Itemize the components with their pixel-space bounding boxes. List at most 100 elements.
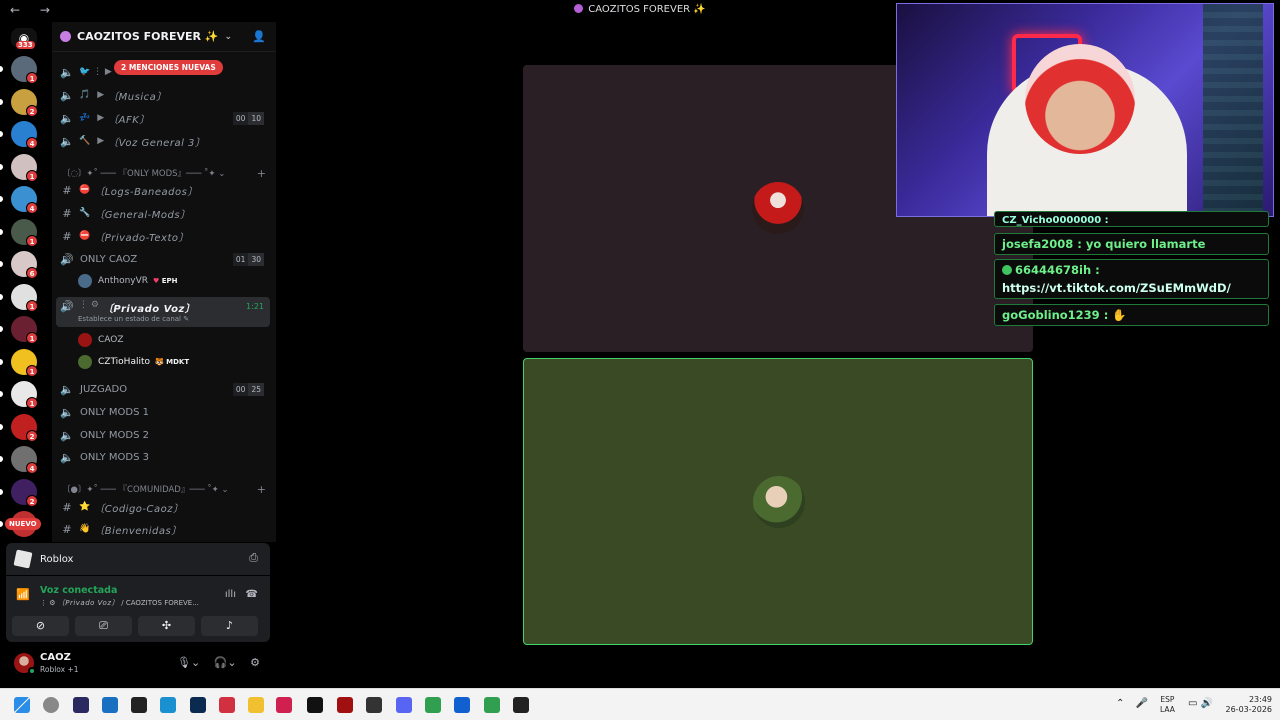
copilot-icon[interactable] (73, 697, 89, 713)
user-limit: 01 30 (232, 252, 264, 266)
channel-only-mods-3[interactable]: 🔈 ONLY MODS 3 (56, 447, 270, 467)
roblox-icon[interactable] (454, 697, 470, 713)
voice-member-cztiohalito[interactable]: CZTioHalito 🐯 MDKT (78, 352, 189, 372)
category-comunidad[interactable]: 〔●〕✦˚ ─── 『COMUNIDAD』─── ˚✦ ⌄ + (62, 483, 272, 496)
edge-icon[interactable] (160, 697, 176, 713)
network-volume-icons[interactable]: ▭ 🔊 (1188, 698, 1213, 709)
unread-indicator (0, 521, 3, 527)
channel-codigo-caoz[interactable]: # ⭐ 〔Codigo-Caoz〕 (56, 497, 270, 517)
tray-icons[interactable]: ⌃ 🎤 (1116, 698, 1148, 709)
chat-user: goGoblino1239 (1002, 308, 1100, 322)
chrome-icon[interactable] (425, 697, 441, 713)
media-icon[interactable] (513, 697, 529, 713)
channel-privado-voz[interactable]: 🔊 ⋮ ⚙ 〔Privado Voz〕 1:21 Establece un estado… (56, 297, 270, 327)
server-icon (574, 4, 584, 13)
noise-suppression-icon[interactable]: ıllı (225, 589, 236, 600)
unread-indicator (0, 228, 3, 235)
voice-server-name: / CAOZITOS FOREVE... (121, 599, 199, 607)
channel-name: 〔Privado Voz〕 (102, 304, 196, 315)
channel-voz-general-3[interactable]: 🔈 🔨 ▶ 〔Voz General 3〕 (56, 131, 270, 151)
speaker-icon: 🔈 (60, 134, 74, 148)
clock[interactable]: 23:49 26-03-2026 (1222, 695, 1273, 715)
username[interactable]: CAOZ (40, 652, 71, 663)
voice-channel-name: 〔Privado Voz〕 (57, 599, 119, 607)
camera-off-button[interactable]: ⊘ (12, 616, 69, 636)
lang-layout: LAA (1160, 705, 1175, 714)
voice-member-caoz[interactable]: CAOZ (78, 330, 124, 350)
windows-taskbar: ⌃ 🎤 ESP LAA ▭ 🔊 23:49 26-03-2026 (0, 688, 1280, 720)
channel-status-hint[interactable]: Establece un estado de canal ✎ (78, 315, 189, 323)
channel-name: JUZGADO (80, 383, 128, 395)
channel-afk[interactable]: 🔈 💤 ▶ 〔AFK〕 00 10 (56, 108, 270, 128)
user-max: 30 (248, 252, 264, 266)
soundboard-button[interactable]: ♪ (201, 616, 258, 636)
signal-icon[interactable]: 📶 (16, 588, 30, 601)
store-icon[interactable] (102, 697, 118, 713)
unread-indicator (0, 66, 3, 72)
windows-start-icon[interactable] (14, 697, 30, 713)
user-controls[interactable]: 🎙⌄ 🎧⌄ ⚙ (177, 656, 260, 669)
plus-icon[interactable]: + (257, 167, 266, 180)
unread-indicator (0, 163, 3, 170)
channel-emoji: 🔨 (79, 136, 91, 146)
search-icon[interactable] (43, 697, 59, 713)
chat-link[interactable]: https://vt.tiktok.com/ZSuEMmWdD/ (1002, 281, 1261, 295)
channel-only-mods-1[interactable]: 🔈 ONLY MODS 1 (56, 402, 270, 422)
discord-icon[interactable] (396, 697, 412, 713)
channel-bienvenidas[interactable]: # 👋 〔Bienvenidas〕 (56, 519, 270, 539)
folder-icon[interactable] (248, 697, 264, 713)
roblox-icon (13, 549, 33, 569)
activity-name: Roblox (40, 553, 74, 565)
share-screen-button[interactable]: ⎚ (75, 616, 132, 636)
chrome-2-icon[interactable] (484, 697, 500, 713)
channel-emoji: ⛔ (79, 231, 91, 241)
plus-icon[interactable]: + (257, 483, 266, 496)
member-name: AnthonyVR (98, 276, 149, 286)
chat-message: 66444678ih : https://vt.tiktok.com/ZSuEMm… (994, 259, 1269, 299)
category-only-mods[interactable]: 〔◌〕✦˚ ─── 『ONLY MODS』─── ˚✦ ⌄ + (62, 167, 272, 180)
add-user-icon[interactable]: 👤 (252, 30, 266, 43)
webcam-overlay (896, 3, 1274, 217)
voicemeeter-icon[interactable] (337, 697, 353, 713)
participant-tile-speaking[interactable] (523, 358, 1033, 645)
voice-member-anthony[interactable]: AnthonyVR ♥ EPH (78, 271, 178, 291)
background-plants (1203, 4, 1263, 216)
user-max: 10 (248, 111, 264, 125)
voice-channel-path[interactable]: ⋮ ⚙ 〔Privado Voz〕 / CAOZITOS FOREVE... (40, 598, 199, 608)
channel-only-caoz[interactable]: 🔊 ONLY CAOZ 01 30 (56, 249, 270, 269)
photoshop-icon[interactable] (190, 697, 206, 713)
channel-logs-baneados[interactable]: # ⛔ 〔Logs-Baneados〕 (56, 180, 270, 200)
speaker-icon: 🔈 (60, 382, 74, 396)
unread-indicator (0, 456, 3, 462)
channel-only-mods-2[interactable]: 🔈 ONLY MODS 2 (56, 425, 270, 445)
headphones-icon[interactable] (219, 697, 235, 713)
mention-badge: 1 (26, 72, 38, 84)
tiktok-icon[interactable] (307, 697, 323, 713)
channel-general-mods[interactable]: # 🔧 〔General-Mods〕 (56, 203, 270, 223)
unread-indicator (0, 293, 3, 300)
new-mentions-pill[interactable]: 2 MENCIONES NUEVAS (114, 60, 223, 75)
activities-button[interactable]: ✣ (138, 616, 195, 636)
avatar (78, 274, 92, 288)
category-label: 〔●〕✦˚ ─── 『COMUNIDAD』─── ˚✦ ⌄ (62, 485, 229, 495)
language-indicator[interactable]: ESP LAA (1160, 695, 1175, 715)
avatar (78, 355, 92, 369)
channel-musica[interactable]: 🔈 🎵 ▶ 〔Musica〕 (56, 85, 270, 105)
user-limit: 00 10 (232, 111, 264, 125)
unread-indicator (0, 131, 3, 137)
unread-indicator (0, 488, 3, 495)
hash-icon: # (62, 229, 72, 243)
channel-name: ONLY CAOZ (80, 253, 138, 265)
channel-privado-texto[interactable]: # ⛔ 〔Privado-Texto〕 (56, 226, 270, 246)
text-icon[interactable] (276, 697, 292, 713)
screen-share-icon[interactable]: ⎙ (249, 551, 258, 565)
obs-icon[interactable] (366, 697, 382, 713)
disconnect-icon[interactable]: ☎ (246, 589, 258, 600)
server-header[interactable]: CAOZITOS FOREVER ✨ ⌄ 👤 (52, 22, 276, 52)
channel-name: ONLY MODS 2 (80, 429, 149, 441)
activity-panel[interactable]: Roblox ⎙ (6, 543, 270, 575)
epic-icon[interactable] (131, 697, 147, 713)
chat-user: josefa2008 (1002, 237, 1074, 251)
channel-juzgado[interactable]: 🔈 JUZGADO 00 25 (56, 379, 270, 399)
user-status: Roblox +1 (40, 665, 79, 674)
